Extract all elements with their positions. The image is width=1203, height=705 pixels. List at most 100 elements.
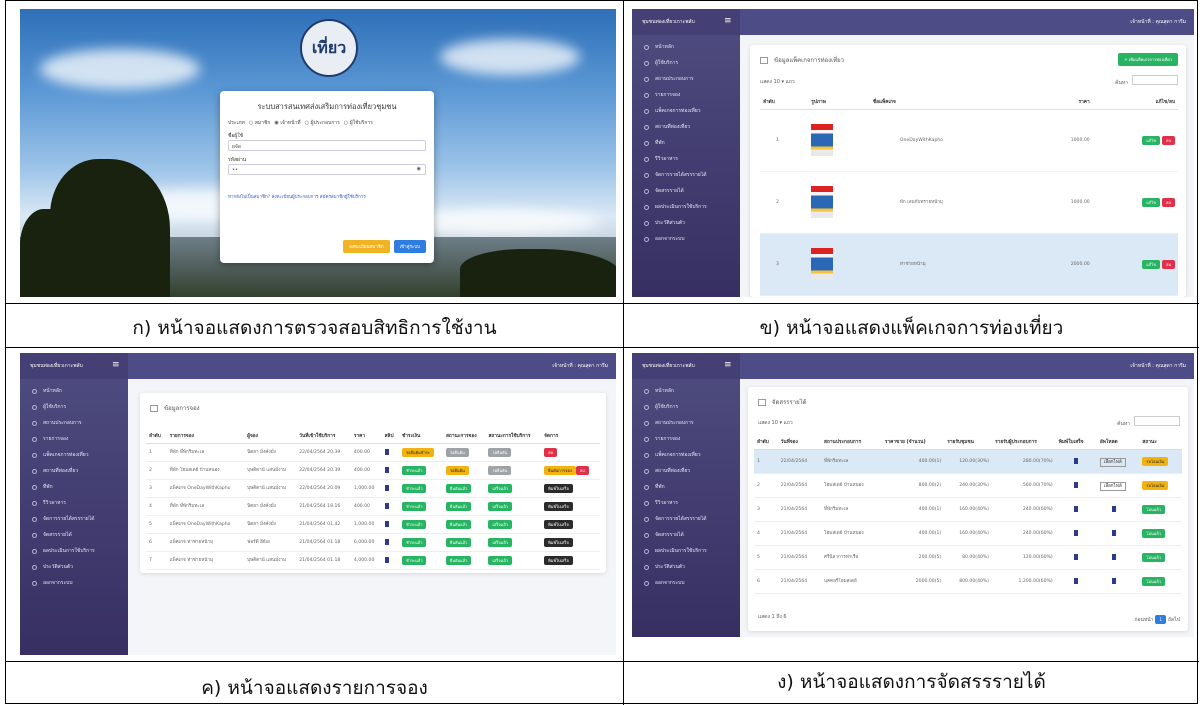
sidebar-item[interactable]: ประวัติส่วนตัว: [632, 215, 740, 231]
delete-button[interactable]: ลบ: [575, 466, 589, 475]
eye-icon[interactable]: ◉: [417, 166, 421, 172]
sidebar-item[interactable]: รีวิวอาหาร: [632, 495, 740, 511]
edit-button[interactable]: แก้ไข: [1142, 136, 1160, 145]
sidebar-item[interactable]: ที่พัก: [20, 479, 128, 495]
delete-button[interactable]: ลบ: [1162, 260, 1175, 269]
sidebar-item[interactable]: สถานประกอบการ: [20, 415, 128, 431]
sidebar-item[interactable]: ผู้ใช้บริการ: [632, 399, 740, 415]
action-button[interactable]: พิมพ์ใบเสร็จ: [544, 520, 573, 529]
sidebar-item[interactable]: ที่พัก: [632, 135, 740, 151]
file-icon[interactable]: [1111, 505, 1116, 512]
sidebar-item[interactable]: จัดสรรรายได้: [632, 183, 740, 199]
action-button[interactable]: ลบ: [544, 448, 558, 457]
edit-button[interactable]: แก้ไข: [1142, 260, 1160, 269]
sidebar-item[interactable]: รายการจอง: [632, 431, 740, 447]
sidebar-item[interactable]: ผลประเมินการใช้บริการ: [20, 543, 128, 559]
status-badge[interactable]: รอโอนเงิน: [1142, 481, 1169, 490]
slip-icon[interactable]: [384, 448, 389, 455]
file-icon[interactable]: [1111, 529, 1116, 536]
top-user[interactable]: เจ้าหน้าที่ : คุณสุดา การีม: [552, 353, 608, 379]
sidebar-item[interactable]: ออกจากระบบ: [632, 231, 740, 247]
action-button[interactable]: ยืนยันการจอง: [544, 466, 576, 475]
slip-icon[interactable]: [384, 538, 389, 545]
sidebar-item[interactable]: จัดการรายได้สรรรายได้: [20, 511, 128, 527]
slip-icon[interactable]: [384, 484, 389, 491]
username-input[interactable]: ผจัด: [228, 140, 426, 151]
sidebar-item[interactable]: ผลประเมินการใช้บริการ: [632, 199, 740, 215]
action-button[interactable]: พิมพ์ใบเสร็จ: [544, 502, 573, 511]
top-user[interactable]: เจ้าหน้าที่ : คุณสุดา การีม: [1130, 9, 1186, 35]
delete-button[interactable]: ลบ: [1162, 136, 1175, 145]
sidebar-item[interactable]: แพ็คเกจการท่องเที่ยว: [632, 447, 740, 463]
sidebar-item[interactable]: รายการจอง: [20, 431, 128, 447]
status-badge[interactable]: โอนแล้ว: [1142, 529, 1165, 538]
sidebar-item[interactable]: จัดการรายได้สรรรายได้: [632, 167, 740, 183]
top-user[interactable]: เจ้าหน้าที่ : คุณสุดา การีม: [1130, 353, 1186, 379]
sidebar-item[interactable]: สถานที่ท่องเที่ยว: [20, 463, 128, 479]
next-page[interactable]: ถัดไป: [1168, 616, 1180, 624]
sidebar-item[interactable]: หน้าหลัก: [632, 39, 740, 55]
sidebar-item[interactable]: ประวัติส่วนตัว: [20, 559, 128, 575]
status-badge[interactable]: รอโอนเงิน: [1142, 457, 1169, 466]
sidebar-item[interactable]: หน้าหลัก: [20, 383, 128, 399]
slip-icon[interactable]: [384, 556, 389, 563]
password-input[interactable]: •• ◉: [228, 164, 426, 175]
file-icon[interactable]: [1111, 553, 1116, 560]
receipt-icon[interactable]: [1074, 505, 1079, 512]
slip-icon[interactable]: [384, 502, 389, 509]
choose-file-button[interactable]: เลือกไฟล์: [1099, 482, 1126, 491]
status-badge[interactable]: โอนแล้ว: [1142, 553, 1165, 562]
role-staff[interactable]: ◉ เจ้าหน้าที่: [274, 119, 300, 127]
menu-icon[interactable]: ≡: [112, 361, 120, 370]
sidebar-item[interactable]: แพ็คเกจการท่องเที่ยว: [632, 103, 740, 119]
sidebar-item[interactable]: สถานประกอบการ: [632, 71, 740, 87]
edit-button[interactable]: แก้ไข: [1142, 198, 1160, 207]
sidebar-item[interactable]: หน้าหลัก: [632, 383, 740, 399]
receipt-icon[interactable]: [1074, 481, 1079, 488]
page-size-select[interactable]: แสดง 10 ▾ แถว: [758, 419, 793, 427]
page-1[interactable]: 1: [1155, 615, 1167, 624]
search-input[interactable]: [1132, 75, 1178, 85]
sidebar-item[interactable]: รายการจอง: [632, 87, 740, 103]
add-package-button[interactable]: + เพิ่มแพ็คเกจการท่องเที่ยว: [1118, 53, 1178, 66]
choose-file-button[interactable]: เลือกไฟล์: [1099, 458, 1126, 467]
sidebar-item[interactable]: รีวิวอาหาร: [632, 151, 740, 167]
file-icon[interactable]: [1111, 577, 1116, 584]
slip-icon[interactable]: [384, 466, 389, 473]
role-customer[interactable]: ○ ผู้ใช้บริการ: [344, 119, 373, 127]
sidebar-item[interactable]: รีวิวอาหาร: [20, 495, 128, 511]
receipt-icon[interactable]: [1074, 577, 1079, 584]
receipt-icon[interactable]: [1074, 529, 1079, 536]
sidebar-item[interactable]: ออกจากระบบ: [632, 575, 740, 591]
role-member[interactable]: ○ สมาชิก: [249, 119, 271, 127]
login-button[interactable]: เข้าสู่ระบบ: [393, 240, 426, 253]
sidebar-item[interactable]: ประวัติส่วนตัว: [632, 559, 740, 575]
sidebar-item[interactable]: จัดสรรรายได้: [20, 527, 128, 543]
action-button[interactable]: พิมพ์ใบเสร็จ: [544, 538, 573, 547]
sidebar-item[interactable]: สถานประกอบการ: [632, 415, 740, 431]
receipt-icon[interactable]: [1074, 553, 1079, 560]
sidebar-item[interactable]: สถานที่ท่องเที่ยว: [632, 463, 740, 479]
sidebar-item[interactable]: ออกจากระบบ: [20, 575, 128, 591]
slip-icon[interactable]: [384, 520, 389, 527]
sidebar-item[interactable]: ผู้ใช้บริการ: [632, 55, 740, 71]
register-links[interactable]: หากยังไม่เป็นสมาชิก? ลงทะเบียนผู้ประกอบก…: [228, 193, 426, 200]
action-button[interactable]: พิมพ์ใบเสร็จ: [544, 556, 573, 565]
sidebar-item[interactable]: ที่พัก: [632, 479, 740, 495]
menu-icon[interactable]: ≡: [724, 361, 732, 370]
search-input[interactable]: [1134, 416, 1180, 426]
sidebar-item[interactable]: จัดสรรรายได้: [632, 527, 740, 543]
register-button[interactable]: ลงทะเบียนสมาชิก: [343, 240, 390, 253]
role-operator[interactable]: ○ ผู้ประกอบการ: [305, 119, 340, 127]
status-badge[interactable]: โอนแล้ว: [1142, 577, 1165, 586]
page-size-select[interactable]: แสดง 10 ▾ แถว: [760, 78, 795, 86]
action-button[interactable]: พิมพ์ใบเสร็จ: [544, 484, 573, 493]
sidebar-item[interactable]: จัดการรายได้สรรรายได้: [632, 511, 740, 527]
sidebar-item[interactable]: สถานที่ท่องเที่ยว: [632, 119, 740, 135]
sidebar-item[interactable]: ผู้ใช้บริการ: [20, 399, 128, 415]
sidebar-item[interactable]: ผลประเมินการใช้บริการ: [632, 543, 740, 559]
prev-page[interactable]: ก่อนหน้า: [1135, 616, 1154, 624]
menu-icon[interactable]: ≡: [724, 17, 732, 26]
receipt-icon[interactable]: [1074, 457, 1079, 464]
delete-button[interactable]: ลบ: [1162, 198, 1175, 207]
